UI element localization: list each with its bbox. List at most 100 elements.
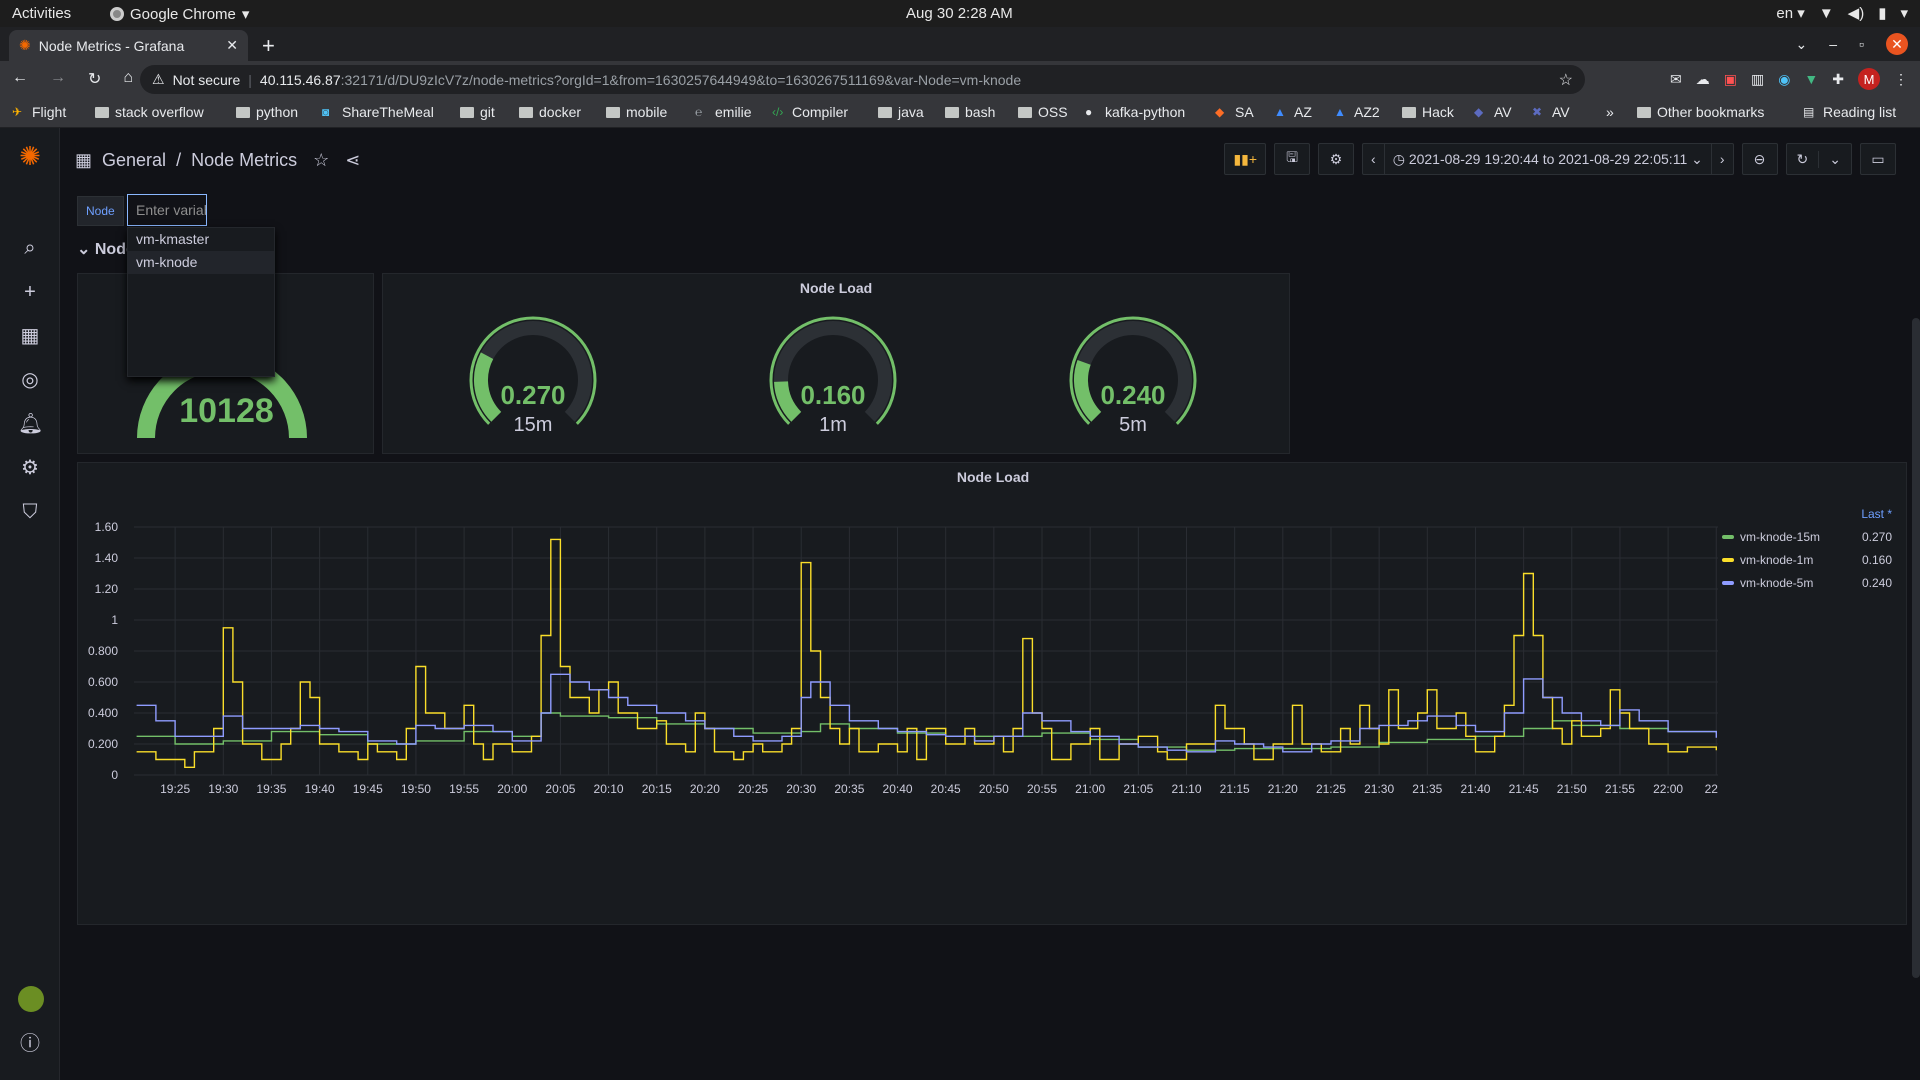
help-icon[interactable]: ⓘ	[18, 1032, 42, 1056]
bookmark-hack[interactable]: Hack	[1402, 104, 1454, 120]
app-menu[interactable]: Google Chrome ▾	[110, 5, 249, 23]
other-bookmarks[interactable]: Other bookmarks	[1637, 104, 1764, 120]
y-tick-label: 0	[111, 768, 118, 782]
variable-option-vm-knode[interactable]: vm-knode	[128, 251, 274, 274]
legend-series-name: vm-knode-5m	[1740, 575, 1814, 590]
extension-swirl-icon[interactable]: ◉	[1778, 71, 1790, 88]
dashboard-settings-button[interactable]: ⚙	[1318, 143, 1355, 175]
share-icon[interactable]: ⋖	[345, 150, 360, 171]
bookmark-compiler[interactable]: ‹/› Compiler	[772, 104, 848, 120]
security-label[interactable]: Not secure	[173, 72, 241, 88]
x-tick-label: 21:00	[1075, 782, 1105, 796]
variable-input-node[interactable]: Enter variable value	[127, 194, 207, 226]
reading-list[interactable]: ▤ Reading list	[1803, 104, 1896, 120]
bookmark-stack-overflow[interactable]: stack overflow	[95, 104, 204, 120]
extension-mail-icon[interactable]: ✉	[1670, 71, 1682, 88]
grafana-logo-icon[interactable]: ✺	[18, 143, 42, 169]
dashboard-title[interactable]: Node Metrics	[191, 150, 297, 171]
add-panel-button[interactable]: ▮▮+	[1224, 143, 1267, 175]
bookmark-av-2[interactable]: ✖ AV	[1532, 104, 1570, 120]
new-tab-button[interactable]: +	[262, 33, 275, 59]
variable-option-vm-kmaster[interactable]: vm-kmaster	[128, 228, 274, 251]
activities-button[interactable]: Activities	[12, 5, 71, 22]
bookmark-python[interactable]: python	[236, 104, 298, 120]
bookmark-flight[interactable]: ✈ Flight	[12, 104, 66, 120]
wifi-icon[interactable]: ▼	[1819, 5, 1834, 22]
breadcrumb-folder[interactable]: General	[102, 150, 166, 171]
extension-reader-icon[interactable]: ▥	[1751, 71, 1764, 88]
extension-pdf-icon[interactable]: ▣	[1724, 71, 1737, 88]
bookmark-emilie[interactable]: ℮ emilie	[695, 104, 752, 120]
bookmark-star-icon[interactable]: ☆	[1559, 70, 1573, 90]
bookmark-docker[interactable]: docker	[519, 104, 581, 120]
bookmark-git[interactable]: git	[460, 104, 495, 120]
window-close-icon[interactable]: ✕	[1886, 33, 1908, 55]
tab-node-metrics[interactable]: ✺ Node Metrics - Grafana ✕	[9, 30, 248, 61]
page-scrollbar[interactable]	[1912, 318, 1920, 978]
legend-swatch	[1722, 534, 1734, 539]
minimize-icon[interactable]: –	[1829, 36, 1837, 52]
bookmark-sa[interactable]: ◆ SA	[1215, 104, 1254, 120]
restore-icon[interactable]: ▫	[1859, 36, 1864, 52]
forward-icon[interactable]: →	[50, 69, 66, 89]
time-picker-button[interactable]: ◷ 2021-08-29 19:20:44 to 2021-08-29 22:0…	[1383, 144, 1712, 174]
close-tab-icon[interactable]: ✕	[226, 37, 238, 54]
extension-cloud-icon[interactable]: ☁	[1696, 71, 1710, 88]
refresh-interval-button[interactable]: ⌄	[1818, 150, 1851, 168]
extensions-puzzle-icon[interactable]: ✚	[1832, 71, 1844, 88]
bookmark-java[interactable]: java	[878, 104, 924, 120]
x-tick-label: 21:35	[1412, 782, 1442, 796]
bookmark-sharethemeal[interactable]: ◙ ShareTheMeal	[322, 104, 434, 120]
bookmarks-overflow-button[interactable]: »	[1606, 104, 1614, 120]
chevron-down-icon: ⌄	[1691, 151, 1703, 167]
bookmark-az2[interactable]: ▲ AZ2	[1334, 104, 1380, 120]
battery-icon[interactable]: ▮	[1878, 4, 1886, 22]
node-load-graph-panel[interactable]: Node Load 0 0.200 0.400 0.600 0.800 1 1.20 1.40…	[77, 462, 1907, 925]
clock[interactable]: Aug 30 2:28 AM	[906, 5, 1013, 22]
save-dashboard-button[interactable]: 🖫︎	[1274, 143, 1311, 175]
x-tick-label: 21:40	[1460, 782, 1490, 796]
explore-icon[interactable]: ◎	[18, 368, 42, 392]
legend-item-5m[interactable]: vm-knode-5m 0.240	[1722, 571, 1892, 594]
server-admin-shield-icon[interactable]: ⛉	[18, 500, 42, 524]
configuration-gear-icon[interactable]: ⚙	[18, 456, 42, 480]
zoom-out-button[interactable]: ⊖	[1741, 143, 1778, 175]
dashboards-icon[interactable]: ▦	[18, 324, 42, 348]
system-menu-icon[interactable]: ▾	[1900, 4, 1908, 22]
address-bar[interactable]: ⚠ Not secure | 40.115.46.87:32171/d/DU9z…	[140, 65, 1585, 94]
time-forward-button[interactable]: ›	[1712, 151, 1733, 167]
home-icon[interactable]: ⌂	[123, 69, 133, 89]
x-tick-label: 21:45	[1509, 782, 1539, 796]
view-mode-button[interactable]: ▭	[1860, 143, 1896, 175]
search-icon[interactable]: ⌕	[18, 236, 42, 260]
back-icon[interactable]: ←	[12, 69, 28, 89]
node-load-gauge-panel[interactable]: Node Load 0.270 15m 0.160 1m 0.240 5m	[382, 273, 1290, 454]
reload-icon[interactable]: ↻	[88, 69, 101, 89]
folder-icon	[236, 106, 250, 118]
tab-search-icon[interactable]: ⌄	[1796, 36, 1808, 53]
time-back-button[interactable]: ‹	[1363, 151, 1384, 167]
legend-header-last[interactable]: Last *	[1722, 503, 1892, 525]
alerting-bell-icon[interactable]: 🔔︎	[18, 412, 43, 436]
chrome-menu-icon[interactable]: ⋮	[1894, 71, 1908, 88]
volume-icon[interactable]: ◀)	[1848, 4, 1865, 22]
app-name: Google Chrome	[130, 5, 236, 23]
dashboards-grid-icon: ▦	[75, 150, 93, 170]
x-tick-label: 19:35	[256, 782, 286, 796]
warning-icon[interactable]: ⚠	[152, 71, 165, 88]
create-icon[interactable]: +	[18, 280, 42, 304]
bookmark-az[interactable]: ▲ AZ	[1274, 104, 1312, 120]
user-avatar[interactable]	[18, 986, 44, 1012]
bookmark-mobile[interactable]: mobile	[606, 104, 667, 120]
legend-item-1m[interactable]: vm-knode-1m 0.160	[1722, 548, 1892, 571]
bookmark-oss[interactable]: OSS	[1018, 104, 1068, 120]
refresh-button[interactable]: ↻	[1787, 151, 1819, 168]
bookmark-bash[interactable]: bash	[945, 104, 995, 120]
extension-vuejs-icon[interactable]: ▼	[1804, 71, 1818, 87]
language-indicator[interactable]: en ▾	[1776, 4, 1804, 22]
bookmark-av[interactable]: ◆ AV	[1474, 104, 1512, 120]
legend-item-15m[interactable]: vm-knode-15m 0.270	[1722, 525, 1892, 548]
star-icon[interactable]: ☆	[313, 150, 329, 171]
bookmark-kafka-python[interactable]: ● kafka-python	[1085, 104, 1185, 120]
profile-avatar[interactable]: M	[1858, 68, 1880, 90]
